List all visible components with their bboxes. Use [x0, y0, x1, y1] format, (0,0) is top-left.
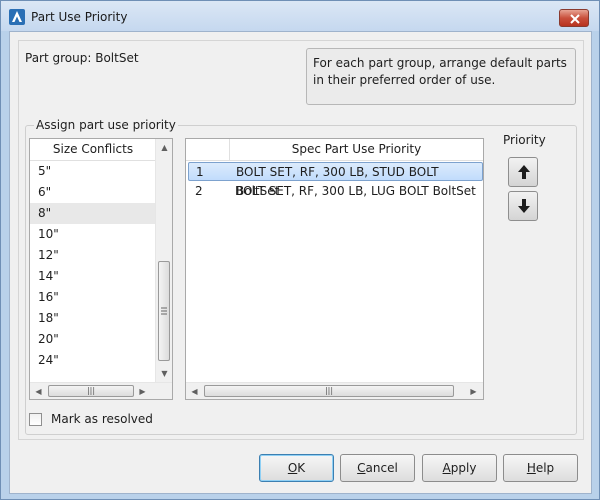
size-list-hscrollbar[interactable]: ◀ ||| ▶ [30, 382, 172, 399]
mark-resolved-label[interactable]: Mark as resolved [51, 412, 153, 426]
size-item[interactable]: 16" [30, 287, 155, 308]
size-item[interactable]: 5" [30, 161, 155, 182]
priority-label: Priority [503, 133, 546, 147]
mark-resolved-checkbox[interactable] [29, 413, 42, 426]
spec-priority-header[interactable]: Spec Part Use Priority [230, 139, 483, 161]
arrow-up-icon [518, 165, 530, 179]
size-item[interactable]: 10" [30, 224, 155, 245]
spec-number-column-header[interactable] [186, 139, 230, 161]
ok-label-rest: K [297, 461, 306, 475]
spec-row-number: 1 [196, 165, 204, 179]
cancel-button[interactable]: Cancel [340, 454, 415, 482]
size-list-vscrollbar[interactable]: ▲ ▼ [155, 139, 172, 382]
cancel-mnemonic: C [357, 461, 366, 475]
spec-row-text: BOLT SET, RF, 300 LB, LUG BOLT BoltSet [235, 184, 476, 198]
spec-row-number: 2 [195, 184, 203, 198]
dialog-window: Part Use Priority Part group: BoltSet Fo… [0, 0, 600, 500]
ok-button[interactable]: OK [259, 454, 334, 482]
arrow-down-icon [518, 199, 530, 213]
size-item[interactable]: 12" [30, 245, 155, 266]
scroll-up-icon[interactable]: ▲ [156, 139, 173, 156]
app-icon [9, 9, 25, 25]
spec-list-hthumb[interactable]: ||| [204, 385, 454, 397]
assign-priority-group: Assign part use priority Size Conflicts … [25, 118, 577, 435]
size-item[interactable]: 14" [30, 266, 155, 287]
scroll-left-icon[interactable]: ◀ [186, 383, 203, 400]
assign-priority-label: Assign part use priority [34, 118, 178, 132]
size-item[interactable]: 6" [30, 182, 155, 203]
scroll-right-icon[interactable]: ▶ [134, 383, 151, 400]
help-mnemonic: H [526, 461, 536, 475]
move-down-button[interactable] [508, 191, 538, 221]
size-list-vthumb[interactable] [158, 261, 170, 361]
scroll-down-icon[interactable]: ▼ [156, 365, 173, 382]
part-group-label: Part group: BoltSet [25, 51, 139, 65]
apply-label-rest: pply [450, 461, 477, 475]
help-button[interactable]: Help [503, 454, 578, 482]
title-bar[interactable]: Part Use Priority [1, 1, 599, 31]
help-label-rest: elp [535, 461, 555, 475]
scroll-left-icon[interactable]: ◀ [30, 383, 47, 400]
scroll-right-icon[interactable]: ▶ [465, 383, 482, 400]
move-up-button[interactable] [508, 157, 538, 187]
size-item[interactable]: 18" [30, 308, 155, 329]
size-item[interactable]: 24" [30, 350, 155, 371]
spec-row-selected[interactable]: 1 BOLT SET, RF, 300 LB, STUD BOLT BoltSe… [188, 162, 483, 198]
content-panel: Part group: BoltSet For each part group,… [18, 40, 584, 440]
size-item[interactable]: 20" [30, 329, 155, 350]
size-item-selected[interactable]: 8" [30, 203, 155, 224]
spec-priority-list[interactable]: Spec Part Use Priority 1 BOLT SET, RF, 3… [185, 138, 484, 400]
window-title: Part Use Priority [31, 10, 128, 24]
dialog-client: Part group: BoltSet For each part group,… [9, 31, 592, 494]
spec-row[interactable]: 2 BOLT SET, RF, 300 LB, LUG BOLT BoltSet [188, 182, 483, 201]
size-conflicts-header[interactable]: Size Conflicts [30, 139, 156, 161]
info-box: For each part group, arrange default par… [306, 48, 576, 105]
close-button[interactable] [559, 9, 589, 27]
ok-mnemonic: O [287, 461, 298, 475]
apply-mnemonic: A [442, 461, 451, 475]
spec-list-hscrollbar[interactable]: ◀ ||| ▶ [186, 382, 483, 399]
size-conflicts-list[interactable]: Size Conflicts 5" 6" 8" 10" 12" 14" 16" … [29, 138, 173, 400]
cancel-label-rest: ancel [365, 461, 398, 475]
close-icon [570, 14, 580, 24]
size-list-hthumb[interactable]: ||| [48, 385, 134, 397]
apply-button[interactable]: Apply [422, 454, 497, 482]
